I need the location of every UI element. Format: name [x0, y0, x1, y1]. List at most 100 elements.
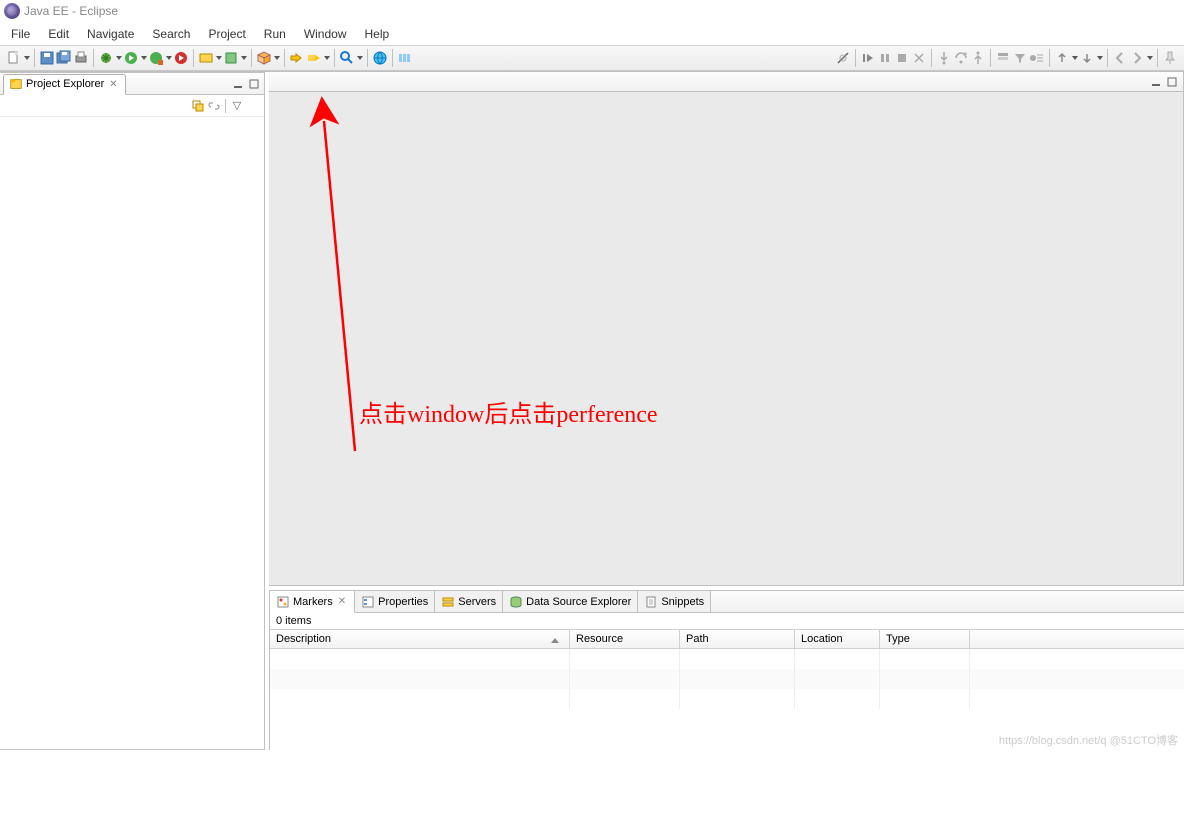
servers-icon: [441, 595, 455, 609]
minimize-icon[interactable]: [231, 77, 245, 91]
project-explorer-label: Project Explorer: [26, 78, 104, 90]
maximize-icon[interactable]: [247, 77, 261, 91]
project-explorer-tabbar: Project Explorer ✕: [0, 73, 264, 95]
new-package-dropdown[interactable]: [273, 50, 280, 66]
project-explorer-tab[interactable]: Project Explorer ✕: [3, 74, 126, 95]
annotation-next-button[interactable]: [1079, 50, 1095, 66]
col-location[interactable]: Location: [795, 630, 880, 648]
workspace: Project Explorer ✕ ▽: [0, 71, 1184, 750]
step-return-button[interactable]: [970, 50, 986, 66]
title-bar: Java EE - Eclipse: [0, 0, 1184, 22]
disconnect-button[interactable]: [911, 50, 927, 66]
run-last-button[interactable]: [148, 50, 164, 66]
new-package-button[interactable]: [256, 50, 272, 66]
step-over-button[interactable]: [953, 50, 969, 66]
tab-properties-label: Properties: [378, 596, 428, 608]
project-explorer-body[interactable]: [0, 117, 264, 749]
col-description[interactable]: Description: [270, 630, 570, 648]
annotation-prev-button[interactable]: [1054, 50, 1070, 66]
menu-help[interactable]: Help: [356, 24, 399, 44]
new-ejb-button[interactable]: [223, 50, 239, 66]
step-into-button[interactable]: [936, 50, 952, 66]
search-dropdown[interactable]: [356, 50, 363, 66]
debug-dropdown[interactable]: [115, 50, 122, 66]
annotation-prev-dropdown[interactable]: [1071, 50, 1078, 66]
markers-icon: [276, 595, 290, 609]
tab-datasource-label: Data Source Explorer: [526, 596, 631, 608]
tab-snippets[interactable]: Snippets: [638, 591, 711, 612]
tab-datasource[interactable]: Data Source Explorer: [503, 591, 638, 612]
debug-button[interactable]: [98, 50, 114, 66]
eclipse-icon: [4, 3, 20, 19]
new-button[interactable]: [6, 50, 22, 66]
tab-servers-label: Servers: [458, 596, 496, 608]
table-header: Description Resource Path Location Type: [270, 629, 1184, 649]
main-toolbar: [0, 45, 1184, 71]
new-ejb-dropdown[interactable]: [240, 50, 247, 66]
new-server-button[interactable]: [198, 50, 214, 66]
use-step-filters-button[interactable]: [1012, 50, 1028, 66]
tab-snippets-label: Snippets: [661, 596, 704, 608]
project-explorer-toolbar: ▽: [0, 95, 264, 117]
run-last-dropdown[interactable]: [165, 50, 172, 66]
col-type[interactable]: Type: [880, 630, 970, 648]
new-server-dropdown[interactable]: [215, 50, 222, 66]
breakpoint-button[interactable]: [1029, 50, 1045, 66]
tab-markers-label: Markers: [293, 596, 333, 608]
bottom-tabbar: Markers ✕ Properties Servers Data Source…: [270, 591, 1184, 613]
menu-window[interactable]: Window: [295, 24, 356, 44]
open-task-dropdown[interactable]: [323, 50, 330, 66]
tab-properties[interactable]: Properties: [355, 591, 435, 612]
window-title: Java EE - Eclipse: [24, 4, 118, 18]
open-type-button[interactable]: [289, 50, 305, 66]
suspend-button[interactable]: [877, 50, 893, 66]
annotation-next-dropdown[interactable]: [1096, 50, 1103, 66]
drop-to-frame-button[interactable]: [995, 50, 1011, 66]
pin-editor-button[interactable]: [1162, 50, 1178, 66]
external-tools-button[interactable]: [173, 50, 189, 66]
web-browser-button[interactable]: [372, 50, 388, 66]
collapse-all-icon[interactable]: [191, 99, 205, 113]
col-empty: [970, 630, 1184, 648]
snippets-icon: [644, 595, 658, 609]
menu-search[interactable]: Search: [143, 24, 199, 44]
right-pane: Markers ✕ Properties Servers Data Source…: [265, 72, 1184, 750]
col-path[interactable]: Path: [680, 630, 795, 648]
project-explorer-icon: [9, 77, 23, 91]
datasource-icon: [509, 595, 523, 609]
menu-bar: File Edit Navigate Search Project Run Wi…: [0, 22, 1184, 45]
new-dropdown[interactable]: [23, 50, 30, 66]
close-icon[interactable]: ✕: [336, 596, 348, 607]
run-dropdown[interactable]: [140, 50, 147, 66]
open-task-button[interactable]: [306, 50, 322, 66]
tab-markers[interactable]: Markers ✕: [270, 591, 355, 613]
save-button[interactable]: [39, 50, 55, 66]
editor-minimize-icon[interactable]: [1149, 75, 1163, 89]
menu-run[interactable]: Run: [255, 24, 295, 44]
toggle-breadcrumb-button[interactable]: [397, 50, 413, 66]
table-body[interactable]: [270, 649, 1184, 750]
resume-button[interactable]: [860, 50, 876, 66]
link-editor-icon[interactable]: [207, 99, 221, 113]
save-all-button[interactable]: [56, 50, 72, 66]
back-dropdown[interactable]: [1146, 50, 1153, 66]
menu-file[interactable]: File: [2, 24, 39, 44]
editor-maximize-icon[interactable]: [1165, 75, 1179, 89]
view-menu-icon[interactable]: ▽: [230, 99, 244, 113]
print-button[interactable]: [73, 50, 89, 66]
forward-button[interactable]: [1129, 50, 1145, 66]
search-button[interactable]: [339, 50, 355, 66]
items-count: 0 items: [270, 613, 1184, 629]
menu-navigate[interactable]: Navigate: [78, 24, 143, 44]
terminate-button[interactable]: [894, 50, 910, 66]
menu-project[interactable]: Project: [199, 24, 254, 44]
close-icon[interactable]: ✕: [107, 79, 119, 90]
menu-edit[interactable]: Edit: [39, 24, 78, 44]
col-resource[interactable]: Resource: [570, 630, 680, 648]
run-button[interactable]: [123, 50, 139, 66]
back-button[interactable]: [1112, 50, 1128, 66]
bottom-panel: Markers ✕ Properties Servers Data Source…: [269, 590, 1184, 750]
tab-servers[interactable]: Servers: [435, 591, 503, 612]
project-explorer-pane: Project Explorer ✕ ▽: [0, 72, 265, 750]
skip-breakpoints-button[interactable]: [835, 50, 851, 66]
